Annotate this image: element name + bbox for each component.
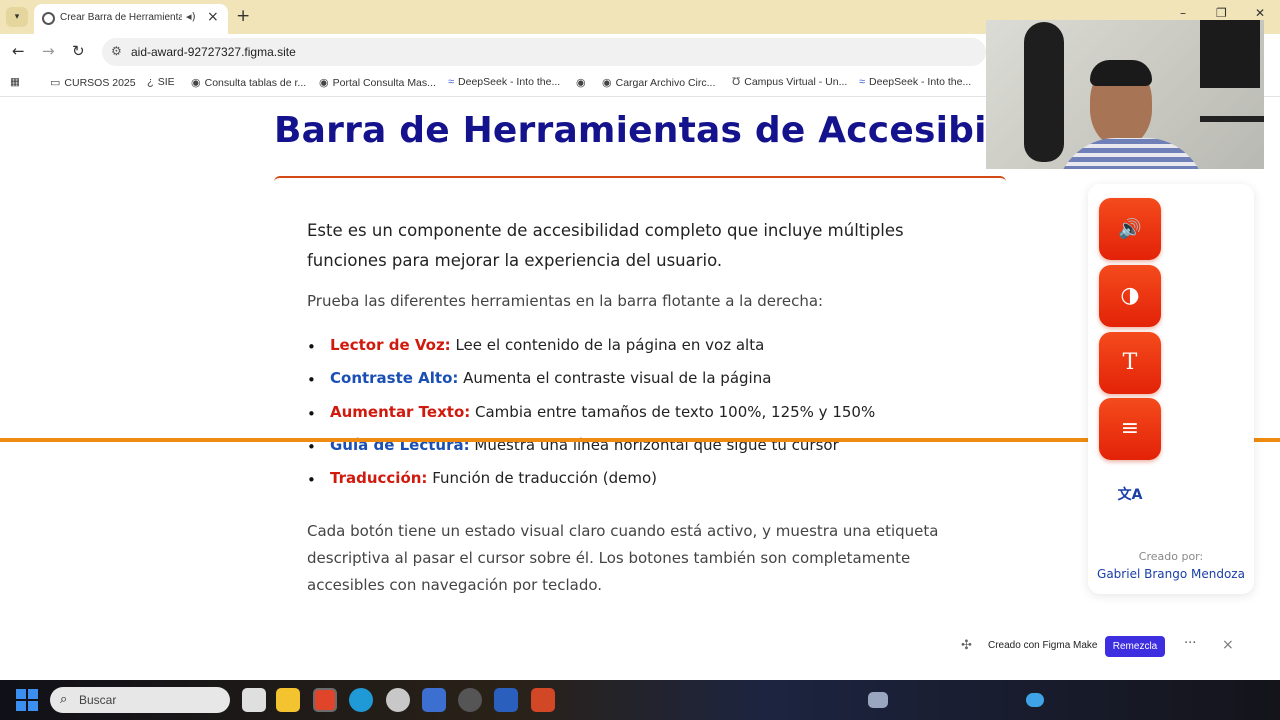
feature-list: • Lector de Voz: Lee el contenido de la p… <box>307 336 947 502</box>
chrome-icon[interactable] <box>313 688 337 712</box>
intro-paragraph: Este es un componente de accesibilidad c… <box>307 221 904 270</box>
reading-guide-icon: ≡ <box>1120 416 1140 441</box>
contrast-icon: ◑ <box>1120 283 1140 308</box>
figma-make-label: Creado con Figma Make <box>988 640 1098 651</box>
text-size-button[interactable]: T <box>1099 332 1161 394</box>
address-bar[interactable]: ⚙ aid-award-92727327.figma.site <box>102 38 986 66</box>
bookmark-campus-virtual[interactable]: Ʊ Campus Virtual - Un... <box>732 76 847 88</box>
high-contrast-button[interactable]: ◑ <box>1099 265 1161 327</box>
figma-make-bar: ✣ Creado con Figma Make Remezcla ··· × <box>955 635 1255 659</box>
globe-icon: ◉ <box>576 77 586 89</box>
instructions-paragraph: Prueba las diferentes herramientas en la… <box>307 292 824 310</box>
feature-desc: Lee el contenido de la página en voz alt… <box>450 336 765 354</box>
list-item: • Lector de Voz: Lee el contenido de la p… <box>307 336 765 356</box>
bookmark-cargar-archivo[interactable]: ◉ Cargar Archivo Circ... <box>602 76 715 89</box>
remix-button[interactable]: Remezcla <box>1105 636 1165 657</box>
word-icon[interactable] <box>494 688 518 712</box>
globe-icon: ◉ <box>319 77 329 89</box>
page-title: Barra de Herramientas de Accesibilidad <box>274 110 1089 151</box>
close-icon[interactable]: × <box>1222 637 1234 653</box>
credit-label: Creado por: <box>1138 550 1204 563</box>
site-info-icon[interactable]: ⚙ <box>111 44 122 58</box>
file-explorer-icon[interactable] <box>276 688 300 712</box>
taskbar: ⌕ Buscar <box>0 680 1280 720</box>
app-icon[interactable] <box>458 688 482 712</box>
reload-icon[interactable]: ↻ <box>72 42 85 60</box>
deepseek-icon: ≈ <box>448 76 455 88</box>
globe-icon <box>42 12 55 25</box>
globe-icon: ◉ <box>191 77 201 89</box>
credit-name: Gabriel Brango Mendoza <box>1097 567 1245 581</box>
powerpoint-icon[interactable] <box>531 688 555 712</box>
presenter-shirt <box>1056 138 1206 169</box>
task-view-icon[interactable] <box>242 688 266 712</box>
feature-desc: Cambia entre tamaños de texto 100%, 125%… <box>470 402 876 421</box>
close-window-icon[interactable]: ✕ <box>1255 6 1265 20</box>
close-icon[interactable]: × <box>207 9 219 25</box>
onedrive-icon[interactable] <box>1026 693 1044 707</box>
more-options-icon[interactable]: ··· <box>1184 636 1196 651</box>
translate-button[interactable]: 文A <box>1099 480 1161 510</box>
bookmark-cursos[interactable]: ▭ CURSOS 2025 <box>50 76 136 89</box>
browser-tab[interactable]: Crear Barra de Herramienta ◂) × <box>34 4 228 34</box>
voice-reader-button[interactable]: 🔊 <box>1099 198 1161 260</box>
text-size-icon: T <box>1122 350 1138 375</box>
accessibility-toolbar: 🔊 ◑ T ≡ 文A Creado por: Gabriel Brango Me… <box>1088 184 1254 594</box>
feature-name: Aumentar Texto: <box>330 402 471 421</box>
list-item: • Aumentar Texto: Cambia entre tamaños de… <box>307 402 876 423</box>
feature-name: Traducción: <box>330 469 428 488</box>
app-icon[interactable] <box>422 688 446 712</box>
search-icon: ⌕ <box>60 692 68 707</box>
app-icon[interactable] <box>386 688 410 712</box>
tab-search-button[interactable]: ▾ <box>6 7 28 27</box>
edge-icon[interactable] <box>349 688 373 712</box>
feature-desc: Función de traducción (demo) <box>427 469 658 488</box>
deepseek-icon: ≈ <box>859 76 866 88</box>
sie-icon: ¿ <box>147 76 154 88</box>
folder-icon: ▭ <box>50 77 61 89</box>
search-placeholder: Buscar <box>79 693 117 707</box>
url-text: aid-award-92727327.figma.site <box>131 45 296 59</box>
new-tab-button[interactable]: + <box>236 6 250 26</box>
guitar-case <box>1024 22 1064 162</box>
tab-title: Crear Barra de Herramienta <box>60 12 182 23</box>
minimize-icon[interactable]: – <box>1180 6 1186 20</box>
figma-make-icon: ✣ <box>961 638 972 653</box>
windows-start-icon[interactable] <box>16 689 38 711</box>
wall-screen <box>1200 20 1260 88</box>
bookmark-deepseek-1[interactable]: ≈ DeepSeek - Into the... <box>448 76 560 88</box>
bookmark-deepseek-2[interactable]: ≈ DeepSeek - Into the... <box>859 76 971 88</box>
footer-paragraph: Cada botón tiene un estado visual claro … <box>307 522 939 594</box>
list-item: • Traducción: Función de traducción (demo… <box>307 469 658 490</box>
reading-guide-button[interactable]: ≡ <box>1099 398 1161 460</box>
apps-icon[interactable]: ▦ <box>10 76 20 88</box>
bookmark-sie[interactable]: ¿ SIE <box>147 76 175 88</box>
speaker-icon: 🔊 <box>1118 218 1142 240</box>
globe-icon: ◉ <box>602 77 612 89</box>
back-icon[interactable]: ← <box>12 42 25 60</box>
webcam-overlay <box>986 20 1264 169</box>
speaker-icon[interactable]: ◂) <box>186 10 196 23</box>
tray-icon[interactable] <box>868 692 888 708</box>
taskbar-search[interactable]: ⌕ Buscar <box>50 687 230 713</box>
feature-name: Contraste Alto: <box>330 369 459 388</box>
bookmark-consulta-tablas[interactable]: ◉ Consulta tablas de r... <box>191 76 306 89</box>
bookmark-globe[interactable]: ◉ <box>576 76 590 89</box>
feature-desc: Aumenta el contraste visual de la página <box>458 369 772 388</box>
translate-icon: 文A <box>1117 487 1143 503</box>
restore-icon[interactable]: ❐ <box>1216 6 1227 20</box>
bookmark-portal-consulta[interactable]: ◉ Portal Consulta Mas... <box>319 76 436 89</box>
campus-icon: Ʊ <box>732 76 741 88</box>
title-divider <box>274 176 1006 182</box>
presenter-hair <box>1090 60 1152 86</box>
forward-icon[interactable]: → <box>42 42 55 60</box>
shelf <box>1200 116 1264 122</box>
feature-name: Lector de Voz: <box>330 336 451 354</box>
list-item: • Contraste Alto: Aumenta el contraste vi… <box>307 369 772 390</box>
